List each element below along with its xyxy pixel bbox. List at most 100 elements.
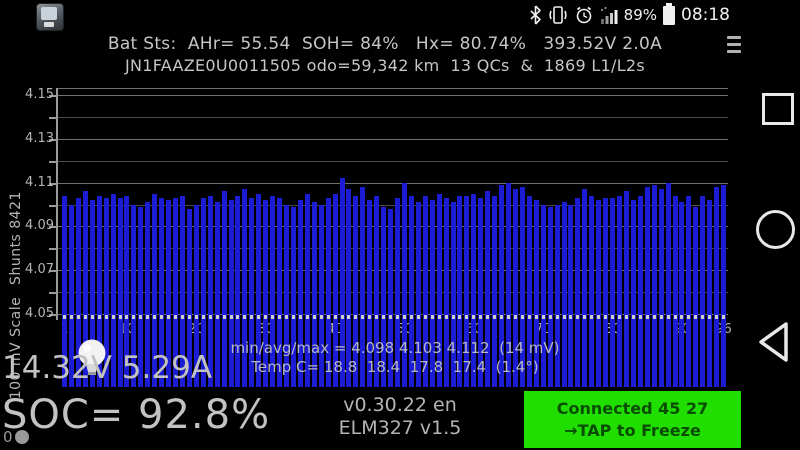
x-tick: [500, 315, 503, 319]
x-tick: [354, 315, 357, 319]
signal-icon: [600, 5, 618, 25]
x-tick: [653, 315, 656, 319]
x-tick: [334, 315, 337, 319]
y-tick-label: 4.09: [18, 218, 54, 233]
voltage-bar: [360, 187, 365, 387]
y-tick-label: 4.15: [18, 87, 54, 102]
x-tick: [701, 315, 704, 319]
x-tick: [382, 315, 385, 319]
voltage-bar: [714, 187, 719, 387]
leafspy-screen: 89% 08:18 Bat Sts: AHr= 55.54 SOH= 84% H…: [0, 0, 800, 450]
x-tick: [465, 315, 468, 319]
x-tick: [125, 315, 128, 319]
x-tick: [236, 315, 239, 319]
x-tick: [375, 315, 378, 319]
x-tick: [153, 315, 156, 319]
x-tick: [458, 315, 461, 319]
app-icon-image-base: [44, 22, 54, 27]
x-tick: [694, 315, 697, 319]
android-status-bar: 89% 08:18: [0, 0, 800, 30]
x-tick: [556, 315, 559, 319]
battery-status-line: Bat Sts: AHr= 55.54 SOH= 84% Hx= 80.74% …: [20, 34, 750, 54]
x-tick: [167, 315, 170, 319]
hamburger-menu-icon[interactable]: [727, 36, 742, 54]
x-tick: [230, 315, 233, 319]
x-tick: [223, 315, 226, 319]
x-tick: [84, 315, 87, 319]
x-tick: [722, 315, 725, 319]
x-tick: [535, 315, 538, 319]
x-tick: [195, 315, 198, 319]
x-tick: [549, 315, 552, 319]
x-tick: [486, 315, 489, 319]
x-tick: [119, 315, 122, 319]
x-tick: [479, 315, 482, 319]
page-indicator-dot-icon: [15, 430, 29, 444]
adapter-version: ELM327 v1.5: [300, 417, 500, 440]
x-tick: [243, 315, 246, 319]
x-tick: [514, 315, 517, 319]
x-tick: [438, 315, 441, 319]
x-tick: [98, 315, 101, 319]
aux-volts-amps: 14.32V 5.29A: [2, 350, 212, 386]
y-tick: [49, 248, 58, 250]
x-tick: [77, 315, 80, 319]
x-tick: [687, 315, 690, 319]
x-tick: [216, 315, 219, 319]
y-tick-label: 4.07: [18, 262, 54, 277]
y-tick: [49, 292, 58, 294]
x-tick: [174, 315, 177, 319]
x-tick: [583, 315, 586, 319]
gridline-minor: [57, 117, 728, 118]
x-tick: [389, 315, 392, 319]
x-tick: [452, 315, 455, 319]
x-tick: [528, 315, 531, 319]
x-tick: [292, 315, 295, 319]
x-tick: [160, 315, 163, 319]
x-tick: [646, 315, 649, 319]
x-tick: [604, 315, 607, 319]
x-tick: [431, 315, 434, 319]
freeze-button[interactable]: Connected 45 27 →TAP to Freeze: [524, 391, 741, 448]
freeze-button-status: Connected 45 27: [557, 398, 708, 420]
battery-percent: 89%: [624, 6, 657, 24]
alarm-clock-icon: [574, 5, 594, 25]
x-tick: [146, 315, 149, 319]
x-tick: [139, 315, 142, 319]
y-tick: [49, 117, 58, 119]
y-tick-label: 4.05: [18, 306, 54, 321]
chart-top-frame: [57, 88, 728, 89]
back-button[interactable]: [754, 320, 792, 364]
x-tick: [361, 315, 364, 319]
x-tick: [590, 315, 593, 319]
x-tick: [181, 315, 184, 319]
x-tick: [112, 315, 115, 319]
x-tick: [639, 315, 642, 319]
recents-button[interactable]: [762, 93, 794, 125]
gridline-major: [57, 139, 728, 140]
x-tick: [105, 315, 108, 319]
x-tick: [327, 315, 330, 319]
x-tick: [257, 315, 260, 319]
x-tick: [611, 315, 614, 319]
x-tick: [521, 315, 524, 319]
app-icon: [36, 3, 64, 31]
x-tick: [660, 315, 663, 319]
vibrate-icon: [548, 5, 568, 25]
x-tick: [250, 315, 253, 319]
y-tick-label: 4.13: [18, 131, 54, 146]
x-tick: [320, 315, 323, 319]
x-tick: [396, 315, 399, 319]
x-tick: [202, 315, 205, 319]
home-button[interactable]: [756, 210, 795, 249]
app-icon-image: [41, 7, 57, 20]
voltage-bar: [645, 187, 650, 387]
x-tick: [271, 315, 274, 319]
app-version: v0.30.22 en: [300, 394, 500, 417]
x-tick: [680, 315, 683, 319]
x-tick: [563, 315, 566, 319]
gridline-major: [57, 95, 728, 96]
x-tick: [347, 315, 350, 319]
x-tick: [264, 315, 267, 319]
version-block: v0.30.22 en ELM327 v1.5: [300, 394, 500, 440]
